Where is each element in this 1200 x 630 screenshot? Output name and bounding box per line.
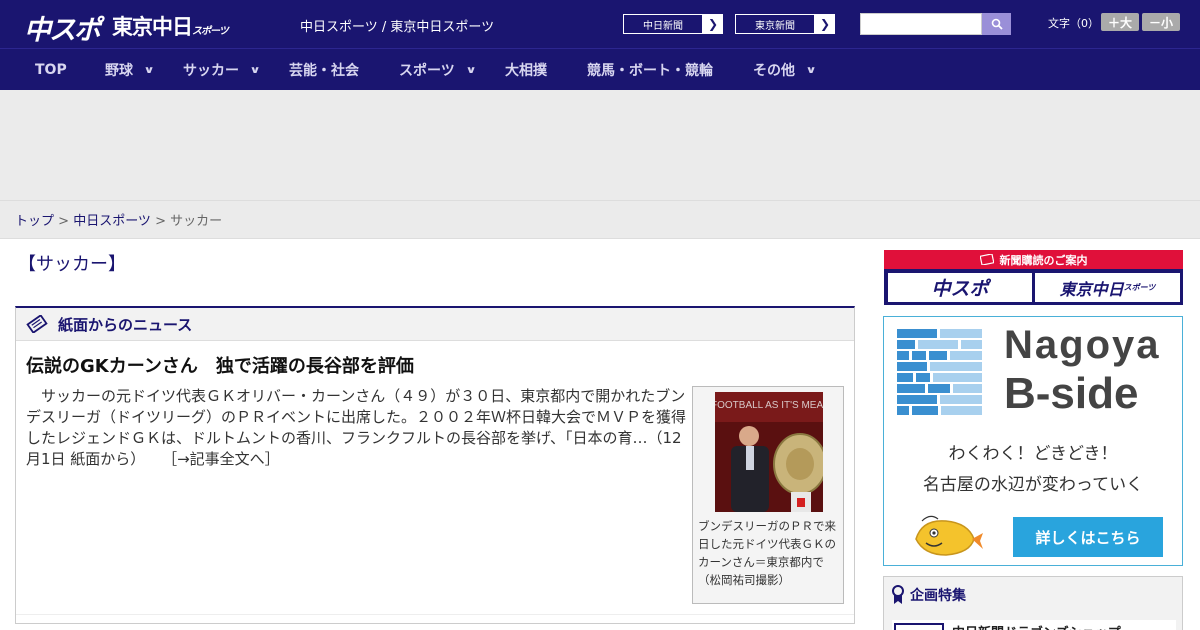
font-size-label: 文字（0） (1048, 17, 1099, 30)
feature-item-thumbnail (894, 623, 944, 630)
chevron-down-icon: ∨ (249, 64, 261, 76)
nav-label: TOP (35, 62, 67, 78)
newspaper-icon (26, 315, 48, 333)
chevron-down-icon: ∨ (465, 64, 477, 76)
chunichi-shimbun-label: 中日新聞 (623, 14, 703, 34)
breadcrumb-separator: > (155, 214, 171, 229)
nav-item-sports[interactable]: スポーツ ∨ (399, 49, 477, 91)
article-summary: サッカーの元ドイツ代表ＧＫオリバー・カーンさん（４９）が３０日、東京都内で開かれ… (26, 386, 686, 470)
subscribe-tokyo-small: スポーツ (1123, 283, 1156, 292)
photo-box: FOOTBALL AS IT'S MEANT ブンデスリーガのＰＲで来日した元ド… (692, 386, 844, 604)
subscribe-chuspo-link[interactable]: 中スポ (888, 273, 1032, 302)
photo-backdrop-text: FOOTBALL AS IT'S MEANT (715, 400, 823, 411)
tokyo-logo-text: 東京中日 (112, 15, 193, 39)
article-body-text: サッカーの元ドイツ代表ＧＫオリバー・カーンさん（４９）が３０日、東京都内で開かれ… (26, 387, 687, 468)
news-box-header: 紙面からのニュース (16, 308, 854, 341)
nav-label: 大相撲 (505, 63, 547, 79)
feature-list-item[interactable]: 中日新聞ドラゴンズショップ (892, 620, 1176, 630)
breadcrumb-separator: > (58, 214, 74, 229)
nav-item-other[interactable]: その他 ∨ (753, 49, 817, 91)
nav-label: 芸能・社会 (289, 63, 359, 79)
bside-word-bside: B-side (1004, 369, 1139, 418)
ribbon-badge-icon (892, 585, 904, 604)
nagoya-bside-ad[interactable]: Nagoya B-side わくわく！どきどき！ 名古屋の水辺が変わっていく 詳… (883, 316, 1183, 566)
breadcrumb: トップ > 中日スポーツ > サッカー (0, 201, 1200, 239)
subscription-head-text: 新聞購読のご案内 (999, 253, 1088, 267)
nav-label: その他 (753, 63, 795, 79)
subscribe-tokyo-text: 東京中日 (1059, 279, 1124, 299)
site-tagline: 中日スポーツ / 東京中日スポーツ (300, 20, 495, 35)
main-nav: TOP 野球 ∨ サッカー ∨ 芸能・社会 スポーツ ∨ 大相撲 競馬・ボート・競輪 … (0, 48, 1200, 90)
nav-item-sumo[interactable]: 大相撲 (505, 49, 547, 91)
nav-item-baseball[interactable]: 野球 ∨ (105, 49, 155, 91)
article-photo[interactable]: FOOTBALL AS IT'S MEANT (715, 392, 823, 512)
tokyo-chunichi-logo[interactable]: 東京中日スポーツ (112, 11, 229, 41)
chunichi-shimbun-link[interactable]: 中日新聞 ❯ (622, 13, 724, 35)
chevron-right-icon: ❯ (819, 17, 831, 31)
chuspo-logo[interactable]: 中スポ (24, 8, 101, 47)
top-header: 中スポ 東京中日スポーツ 中日スポーツ / 東京中日スポーツ 中日新聞 ❯ 東京… (0, 0, 1200, 48)
search-icon (991, 18, 1003, 30)
search-button[interactable] (982, 13, 1011, 35)
nav-label: 競馬・ボート・競輪 (587, 63, 713, 79)
news-box-divider (16, 614, 854, 615)
tokyo-shimbun-link[interactable]: 東京新聞 ❯ (734, 13, 836, 35)
nav-label: サッカー (183, 63, 239, 79)
nav-item-racing[interactable]: 競馬・ボート・競輪 (587, 49, 713, 91)
photo-illustration: FOOTBALL AS IT'S MEANT (715, 392, 823, 512)
ticket-icon (979, 254, 994, 265)
breadcrumb-parent[interactable]: 中日スポーツ (73, 214, 151, 229)
read-more-link[interactable]: ［→記事全文へ］ (162, 450, 280, 468)
font-smaller-button[interactable]: －小 (1142, 13, 1180, 31)
nav-label: 野球 (105, 63, 133, 79)
nav-item-top[interactable]: TOP (35, 49, 67, 91)
bside-details-button[interactable]: 詳しくはこちら (1013, 517, 1163, 557)
search-input[interactable] (860, 13, 982, 35)
feature-box-title: 企画特集 (910, 588, 966, 604)
chevron-down-icon: ∨ (805, 64, 817, 76)
subscription-banner[interactable]: 新聞購読のご案内 中スポ 東京中日 スポーツ (884, 250, 1183, 305)
nav-item-soccer[interactable]: サッカー ∨ (183, 49, 261, 91)
tokyo-logo-small: スポーツ (192, 26, 229, 37)
chevron-down-icon: ∨ (143, 64, 155, 76)
photo-caption: ブンデスリーガのＰＲで来日した元ドイツ代表ＧＫのカーンさん＝東京都内で（松岡祐司… (698, 519, 836, 587)
breadcrumb-home[interactable]: トップ (15, 214, 54, 229)
nav-label: スポーツ (399, 63, 455, 79)
article-headline[interactable]: 伝説のGKカーンさん 独で活躍の長谷部を評価 (26, 352, 414, 378)
bside-copy-line2: 名古屋の水辺が変わっていく (922, 475, 1144, 495)
tokyo-shimbun-label: 東京新聞 (735, 14, 815, 34)
chevron-right-icon: ❯ (707, 17, 719, 31)
feature-item-label: 中日新聞ドラゴンズショップ (952, 622, 1121, 630)
nav-item-entertainment[interactable]: 芸能・社会 (289, 49, 359, 91)
breadcrumb-current: サッカー (170, 214, 223, 229)
news-box: 紙面からのニュース 伝説のGKカーンさん 独で活躍の長谷部を評価 サッカーの元ド… (15, 306, 855, 624)
bside-word-nagoya: Nagoya (1004, 323, 1161, 367)
feature-box-header: 企画特集 (892, 585, 966, 605)
news-box-title: 紙面からのニュース (58, 315, 193, 334)
subscribe-tokyo-link[interactable]: 東京中日 スポーツ (1035, 273, 1180, 302)
subscription-banner-head: 新聞購読のご案内 (884, 250, 1183, 269)
ad-banner-area (0, 90, 1200, 201)
brick-wall-icon (897, 329, 982, 415)
page-title: 【サッカー】 (18, 254, 126, 275)
fried-shrimp-mascot-icon (915, 515, 983, 556)
font-bigger-button[interactable]: ＋大 (1101, 13, 1139, 31)
feature-special-box: 企画特集 中日新聞ドラゴンズショップ (883, 576, 1183, 630)
bside-copy-line1: わくわく！どきどき！ (948, 444, 1118, 464)
